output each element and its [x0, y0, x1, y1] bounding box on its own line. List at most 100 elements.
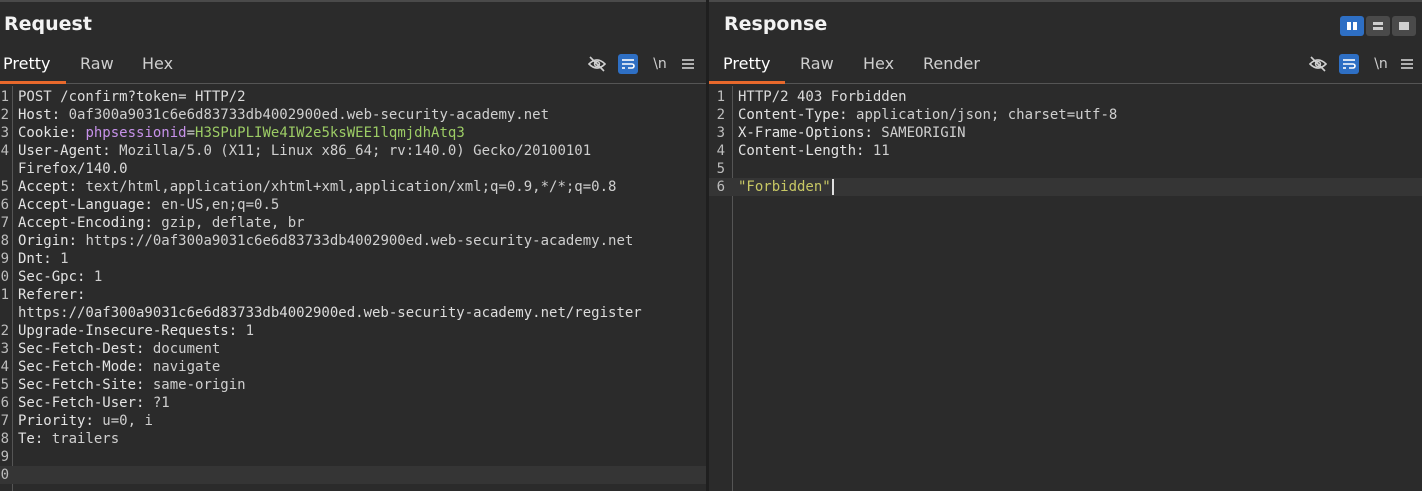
- header-value: en-US,en;q=0.5: [161, 197, 280, 213]
- request-active-tab-indicator: [0, 81, 66, 84]
- line-number: 1: [0, 287, 9, 303]
- request-tab-pretty[interactable]: Pretty: [3, 44, 50, 83]
- line-content: Priority: u=0, i: [18, 412, 153, 430]
- header-separator: :: [136, 341, 153, 357]
- newline-icon[interactable]: \n: [650, 54, 670, 74]
- response-title: Response: [724, 13, 828, 35]
- response-tab-pretty[interactable]: Pretty: [723, 44, 770, 83]
- header-name: Sec-Fetch-User: [18, 395, 137, 411]
- line-content: Referer:: [18, 286, 94, 304]
- header-separator: :: [68, 125, 86, 141]
- line-number: 6: [716, 179, 725, 195]
- response-tab-raw[interactable]: Raw: [800, 44, 834, 83]
- header-separator: :: [77, 287, 94, 303]
- tabbed-layout-icon[interactable]: [1392, 16, 1416, 36]
- wrap-lines-icon[interactable]: [618, 54, 638, 74]
- line-number: 5: [0, 179, 9, 195]
- header-separator: :: [136, 359, 153, 375]
- menu-icon[interactable]: [678, 54, 698, 74]
- hide-eye-icon[interactable]: [1308, 54, 1328, 74]
- header-name: Sec-Fetch-Mode: [18, 359, 137, 375]
- line-content: https://0af300a9031c6e6d83733db4002900ed…: [18, 304, 642, 322]
- header-separator: :: [51, 107, 69, 123]
- header-separator: :: [144, 197, 162, 213]
- response-pane: Response Pretty Raw Hex Render \n 1 HTTP…: [709, 0, 1422, 491]
- request-titlebar: Request: [0, 0, 706, 44]
- header-value: 1: [60, 251, 69, 267]
- text-caret: [831, 179, 834, 195]
- request-code-line: 1 Referer:: [0, 286, 706, 304]
- request-code-line: 1 POST /confirm?token= HTTP/2: [0, 88, 706, 106]
- request-code-line: 2 Host: 0af300a9031c6e6d83733db4002900ed.…: [0, 106, 706, 124]
- line-number: 2: [716, 107, 725, 123]
- request-editor[interactable]: 1 POST /confirm?token= HTTP/2 2 Host: 0af30…: [0, 86, 706, 491]
- request-code-line: 3 Cookie: phpsessionid=H3SPuPLIWe4IW2e5ks…: [0, 124, 706, 142]
- line-number: 4: [0, 143, 9, 159]
- line-text: https://0af300a9031c6e6d83733db4002900ed…: [18, 305, 642, 321]
- header-name: Te: [18, 431, 35, 447]
- newline-icon[interactable]: \n: [1371, 54, 1391, 74]
- header-value: SAMEORIGIN: [881, 125, 966, 141]
- line-content: HTTP/2 403 Forbidden: [738, 88, 907, 106]
- request-tab-raw[interactable]: Raw: [80, 44, 114, 83]
- header-name: Host: [18, 107, 52, 123]
- line-content: "Forbidden": [738, 178, 834, 196]
- request-tab-hex[interactable]: Hex: [142, 44, 173, 83]
- request-code-line: 4 User-Agent: Mozilla/5.0 (X11; Linux x86…: [0, 142, 706, 160]
- header-name: Content-Length: [738, 143, 857, 159]
- response-tab-hex[interactable]: Hex: [863, 44, 894, 83]
- request-code-line: 4 Sec-Fetch-Mode: navigate: [0, 358, 706, 376]
- header-name: Accept-Language: [18, 197, 145, 213]
- header-separator: :: [839, 107, 857, 123]
- header-separator: :: [228, 323, 246, 339]
- line-content: Te: trailers: [18, 430, 119, 448]
- header-name: Accept: [18, 179, 69, 195]
- request-code-line: 8 Origin: https://0af300a9031c6e6d83733db…: [0, 232, 706, 250]
- line-number: 7: [0, 413, 9, 429]
- header-value: navigate: [152, 359, 221, 375]
- menu-icon[interactable]: [1397, 54, 1417, 74]
- stacked-layout-icon[interactable]: [1366, 16, 1390, 36]
- line-number: 3: [0, 341, 9, 357]
- line-content: Dnt: 1: [18, 250, 69, 268]
- request-code-line: 9 Dnt: 1: [0, 250, 706, 268]
- header-name: User-Agent: [18, 143, 103, 159]
- line-number: 3: [716, 125, 725, 141]
- response-editor[interactable]: 1 HTTP/2 403 Forbidden 2 Content-Type: appl…: [709, 86, 1422, 491]
- line-number: 8: [0, 233, 9, 249]
- request-code-line: https://0af300a9031c6e6d83733db4002900ed…: [0, 304, 706, 322]
- side-by-side-layout-icon[interactable]: [1340, 16, 1364, 36]
- header-separator: :: [136, 377, 153, 393]
- request-code-line: 3 Sec-Fetch-Dest: document: [0, 340, 706, 358]
- header-separator: :: [68, 179, 86, 195]
- header-separator: :: [856, 143, 873, 159]
- line-content: Sec-Fetch-Mode: navigate: [18, 358, 220, 376]
- cookie-name: phpsessionid: [85, 125, 187, 141]
- header-value: 1: [93, 269, 103, 285]
- line-content: Content-Length: 11: [738, 142, 890, 160]
- response-tabbar: Pretty Raw Hex Render \n: [709, 44, 1422, 84]
- header-value: Mozilla/5.0 (X11; Linux x86_64; rv:140.0…: [119, 143, 592, 159]
- line-number: 5: [0, 377, 9, 393]
- header-separator: :: [43, 251, 61, 267]
- request-tabbar: Pretty Raw Hex \n: [0, 44, 706, 84]
- response-tab-render[interactable]: Render: [923, 44, 980, 83]
- wrap-lines-icon[interactable]: [1339, 54, 1359, 74]
- response-titlebar: Response: [709, 0, 1422, 44]
- hide-eye-icon[interactable]: [587, 54, 607, 74]
- line-number: 4: [0, 359, 9, 375]
- header-name: Sec-Gpc: [18, 269, 78, 285]
- line-content: Sec-Gpc: 1: [18, 268, 102, 286]
- line-content: Origin: https://0af300a9031c6e6d83733db4…: [18, 232, 633, 250]
- request-code-line: Firefox/140.0: [0, 160, 706, 178]
- header-name: Priority: [18, 413, 86, 429]
- request-pane: Request Pretty Raw Hex \n 1 POST /confirm…: [0, 0, 706, 491]
- header-name: Referer: [18, 287, 78, 303]
- request-code-line: 6 Accept-Language: en-US,en;q=0.5: [0, 196, 706, 214]
- header-name: Accept-Encoding: [18, 215, 145, 231]
- response-active-tab-indicator: [709, 81, 785, 84]
- header-name: Dnt: [18, 251, 44, 267]
- header-separator: :: [136, 395, 153, 411]
- line-content: Cookie: phpsessionid=H3SPuPLIWe4IW2e5ksW…: [18, 124, 465, 142]
- request-code-line: 2 Upgrade-Insecure-Requests: 1: [0, 322, 706, 340]
